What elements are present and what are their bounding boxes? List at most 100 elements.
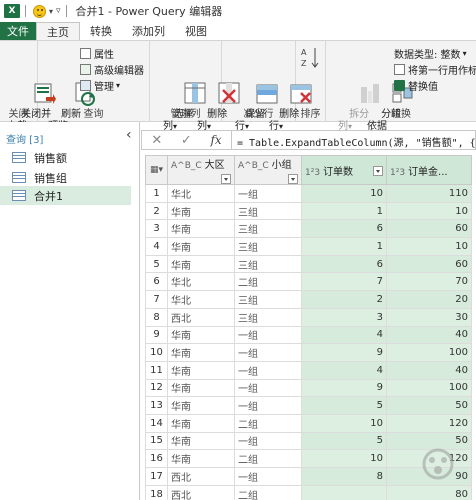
tab-home[interactable]: 主页	[36, 22, 80, 40]
row-number[interactable]: 5	[145, 254, 168, 274]
cell-region[interactable]: 华南	[167, 413, 235, 433]
cell-group[interactable]: 三组	[234, 307, 302, 327]
cell-orders[interactable]: 4	[301, 360, 387, 380]
sort-button[interactable]: AZ	[298, 45, 324, 73]
table-row[interactable]: 2 华南 三组 1 10	[145, 201, 472, 221]
cell-group[interactable]: 二组	[234, 484, 302, 500]
cell-amount[interactable]: 20	[386, 290, 472, 309]
filter-dropdown-icon[interactable]	[221, 174, 231, 184]
cell-region[interactable]: 华南	[167, 360, 235, 380]
cell-orders[interactable]: 9	[301, 378, 387, 398]
manage-dropdown-icon[interactable]: ▾	[116, 81, 120, 90]
filter-dropdown-icon[interactable]	[288, 174, 298, 184]
cell-region[interactable]: 华南	[167, 219, 235, 239]
cell-group[interactable]: 一组	[234, 396, 302, 415]
column-header-region[interactable]: A^B_C 大区	[167, 155, 235, 185]
cell-region[interactable]: 华南	[167, 378, 235, 398]
row-number[interactable]: 6	[145, 272, 168, 292]
cell-amount[interactable]: 100	[386, 343, 472, 362]
fx-icon[interactable]: fx	[210, 133, 221, 147]
cell-region[interactable]: 西北	[167, 484, 235, 500]
cell-orders[interactable]: 10	[301, 184, 387, 203]
cell-region[interactable]: 华北	[167, 290, 235, 309]
query-item-merge1[interactable]: 合并1	[0, 186, 131, 205]
row-number[interactable]: 3	[145, 219, 168, 239]
cell-amount[interactable]: 70	[386, 272, 472, 292]
table-row[interactable]: 9 华南 一组 4 40	[145, 325, 472, 345]
row-number[interactable]: 11	[145, 360, 168, 380]
cell-amount[interactable]: 50	[386, 396, 472, 415]
table-row[interactable]: 11 华南 一组 4 40	[145, 360, 472, 380]
cell-group[interactable]: 三组	[234, 254, 302, 274]
cell-group[interactable]: 一组	[234, 325, 302, 345]
use-first-row-button[interactable]: 将第一行用作标	[394, 63, 476, 77]
cell-orders[interactable]: 6	[301, 219, 387, 239]
table-row[interactable]: 13 华南 一组 5 50	[145, 396, 472, 415]
cell-group[interactable]: 一组	[234, 360, 302, 380]
cell-amount[interactable]: 120	[386, 413, 472, 433]
cell-orders[interactable]: 4	[301, 325, 387, 345]
cell-orders[interactable]: 6	[301, 254, 387, 274]
cell-region[interactable]: 华南	[167, 237, 235, 256]
cell-orders[interactable]: 1	[301, 201, 387, 221]
tab-file[interactable]: 文件	[0, 22, 36, 40]
cell-orders[interactable]: 5	[301, 396, 387, 415]
cell-orders[interactable]: 7	[301, 272, 387, 292]
number-type-icon[interactable]: 1²3	[390, 168, 405, 178]
table-row[interactable]: 8 西北 三组 3 30	[145, 307, 472, 327]
cell-region[interactable]: 西北	[167, 307, 235, 327]
row-number[interactable]: 4	[145, 237, 168, 256]
cell-amount[interactable]: 10	[386, 237, 472, 256]
cell-amount[interactable]: 40	[386, 325, 472, 345]
properties-button[interactable]: 属性	[80, 47, 114, 61]
row-number[interactable]: 15	[145, 431, 168, 451]
row-number[interactable]: 1	[145, 184, 168, 203]
manage-button[interactable]: 管理 ▾	[80, 79, 120, 93]
tab-transform[interactable]: 转换	[80, 22, 122, 40]
cell-region[interactable]: 华南	[167, 254, 235, 274]
cell-amount[interactable]: 60	[386, 219, 472, 239]
column-header-amount[interactable]: 1²3 订单金...	[386, 155, 472, 185]
data-type-dropdown-icon[interactable]: ▾	[463, 49, 467, 58]
cell-region[interactable]: 华南	[167, 396, 235, 415]
row-number[interactable]: 16	[145, 449, 168, 468]
row-number[interactable]: 13	[145, 396, 168, 415]
table-row[interactable]: 14 华南 二组 10 120	[145, 413, 472, 433]
table-row[interactable]: 5 华南 三组 6 60	[145, 254, 472, 274]
text-type-icon[interactable]: A^B_C	[238, 161, 269, 171]
replace-values-button[interactable]: 替换值	[394, 79, 438, 93]
data-type-dropdown[interactable]: 数据类型: 整数 ▾	[394, 47, 467, 61]
table-row[interactable]: 7 华北 三组 2 20	[145, 290, 472, 309]
table-row[interactable]: 1 华北 一组 10 110	[145, 184, 472, 203]
table-row[interactable]: 6 华北 二组 7 70	[145, 272, 472, 292]
cell-group[interactable]: 二组	[234, 413, 302, 433]
row-number[interactable]: 7	[145, 290, 168, 309]
cell-region[interactable]: 西北	[167, 467, 235, 486]
quick-access-dropdown-icon[interactable]: ▿	[56, 6, 61, 16]
cell-group[interactable]: 二组	[234, 449, 302, 468]
table-row[interactable]: 3 华南 三组 6 60	[145, 219, 472, 239]
cell-group[interactable]: 三组	[234, 201, 302, 221]
row-number[interactable]: 18	[145, 484, 168, 500]
cell-group[interactable]: 三组	[234, 237, 302, 256]
row-number[interactable]: 2	[145, 201, 168, 221]
row-number[interactable]: 12	[145, 378, 168, 398]
cell-orders[interactable]: 3	[301, 307, 387, 327]
cell-region[interactable]: 华北	[167, 272, 235, 292]
cell-region[interactable]: 华北	[167, 184, 235, 203]
filter-dropdown-icon[interactable]	[373, 165, 383, 176]
table-row[interactable]: 10 华南 一组 9 100	[145, 343, 472, 362]
number-type-icon[interactable]: 1²3	[305, 168, 320, 178]
table-row[interactable]: 12 华南 一组 9 100	[145, 378, 472, 398]
cell-amount[interactable]: 10	[386, 201, 472, 221]
row-number[interactable]: 17	[145, 467, 168, 486]
cell-group[interactable]: 三组	[234, 290, 302, 309]
cell-amount[interactable]: 100	[386, 378, 472, 398]
cell-region[interactable]: 华南	[167, 431, 235, 451]
feedback-smiley-icon[interactable]	[33, 4, 46, 18]
cell-region[interactable]: 华南	[167, 325, 235, 345]
row-number[interactable]: 14	[145, 413, 168, 433]
cell-group[interactable]: 一组	[234, 467, 302, 486]
row-number[interactable]: 8	[145, 307, 168, 327]
cell-amount[interactable]: 40	[386, 360, 472, 380]
